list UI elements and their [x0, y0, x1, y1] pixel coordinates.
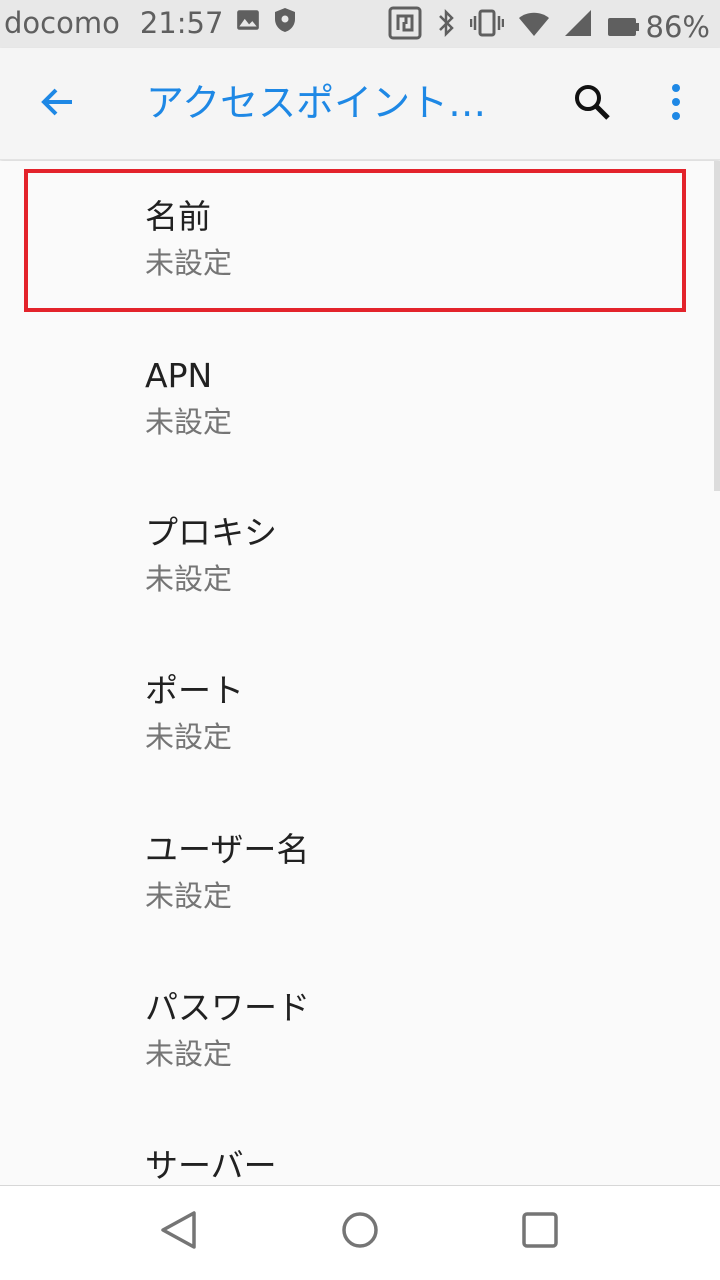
search-icon: [572, 82, 612, 126]
battery-percent: 86%: [645, 9, 710, 44]
setting-apn[interactable]: APN 未設定: [0, 354, 720, 512]
status-bar-left: docomo 21:57: [4, 6, 297, 40]
highlight-box: [24, 169, 686, 312]
page-title: アクセスポイント…: [146, 81, 487, 125]
back-triangle-icon: [159, 1209, 199, 1255]
setting-title: プロキシ: [145, 513, 277, 552]
setting-title: APN: [145, 356, 213, 395]
nav-back-button[interactable]: [143, 1200, 215, 1264]
search-button[interactable]: [560, 72, 624, 136]
bluetooth-icon: [436, 8, 456, 45]
setting-title: ユーザー名: [145, 830, 310, 869]
setting-port[interactable]: ポート 未設定: [0, 669, 720, 827]
setting-summary: 未設定: [145, 405, 233, 439]
setting-summary: 未設定: [145, 562, 233, 596]
more-options-button[interactable]: [646, 72, 706, 136]
settings-list[interactable]: 名前 未設定 APN 未設定 プロキシ 未設定 ポート 未設定 ユーザー名 未設…: [0, 161, 720, 1185]
setting-title: サーバー: [145, 1146, 277, 1185]
vibrate-icon: [469, 8, 504, 45]
status-bar: docomo 21:57 86%: [0, 0, 720, 48]
setting-server[interactable]: サーバー: [0, 1144, 720, 1185]
status-bar-right: 86%: [388, 6, 710, 47]
image-icon: [235, 6, 261, 40]
nfc-icon: [388, 6, 422, 47]
setting-proxy[interactable]: プロキシ 未設定: [0, 511, 720, 669]
app-bar: アクセスポイント…: [0, 48, 720, 160]
navigation-bar: [0, 1185, 720, 1280]
setting-title: ポート: [145, 671, 244, 710]
nav-home-button[interactable]: [324, 1200, 396, 1264]
cell-signal-icon: [564, 9, 592, 44]
setting-username[interactable]: ユーザー名 未設定: [0, 828, 720, 986]
setting-summary: 未設定: [145, 879, 233, 913]
carrier-label: docomo: [4, 6, 120, 40]
setting-summary: 未設定: [145, 720, 233, 754]
more-vert-icon: [670, 82, 682, 126]
back-arrow-icon: [38, 82, 78, 126]
recents-square-icon: [520, 1210, 560, 1254]
setting-password[interactable]: パスワード 未設定: [0, 986, 720, 1144]
battery-icon: [606, 10, 640, 44]
back-button[interactable]: [26, 72, 90, 136]
wifi-icon: [518, 10, 550, 44]
shield-icon: [273, 6, 297, 40]
clock: 21:57: [139, 6, 224, 40]
setting-title: パスワード: [145, 988, 310, 1027]
nav-recents-button[interactable]: [504, 1200, 576, 1264]
setting-summary: 未設定: [145, 1037, 233, 1071]
home-circle-icon: [340, 1210, 380, 1254]
